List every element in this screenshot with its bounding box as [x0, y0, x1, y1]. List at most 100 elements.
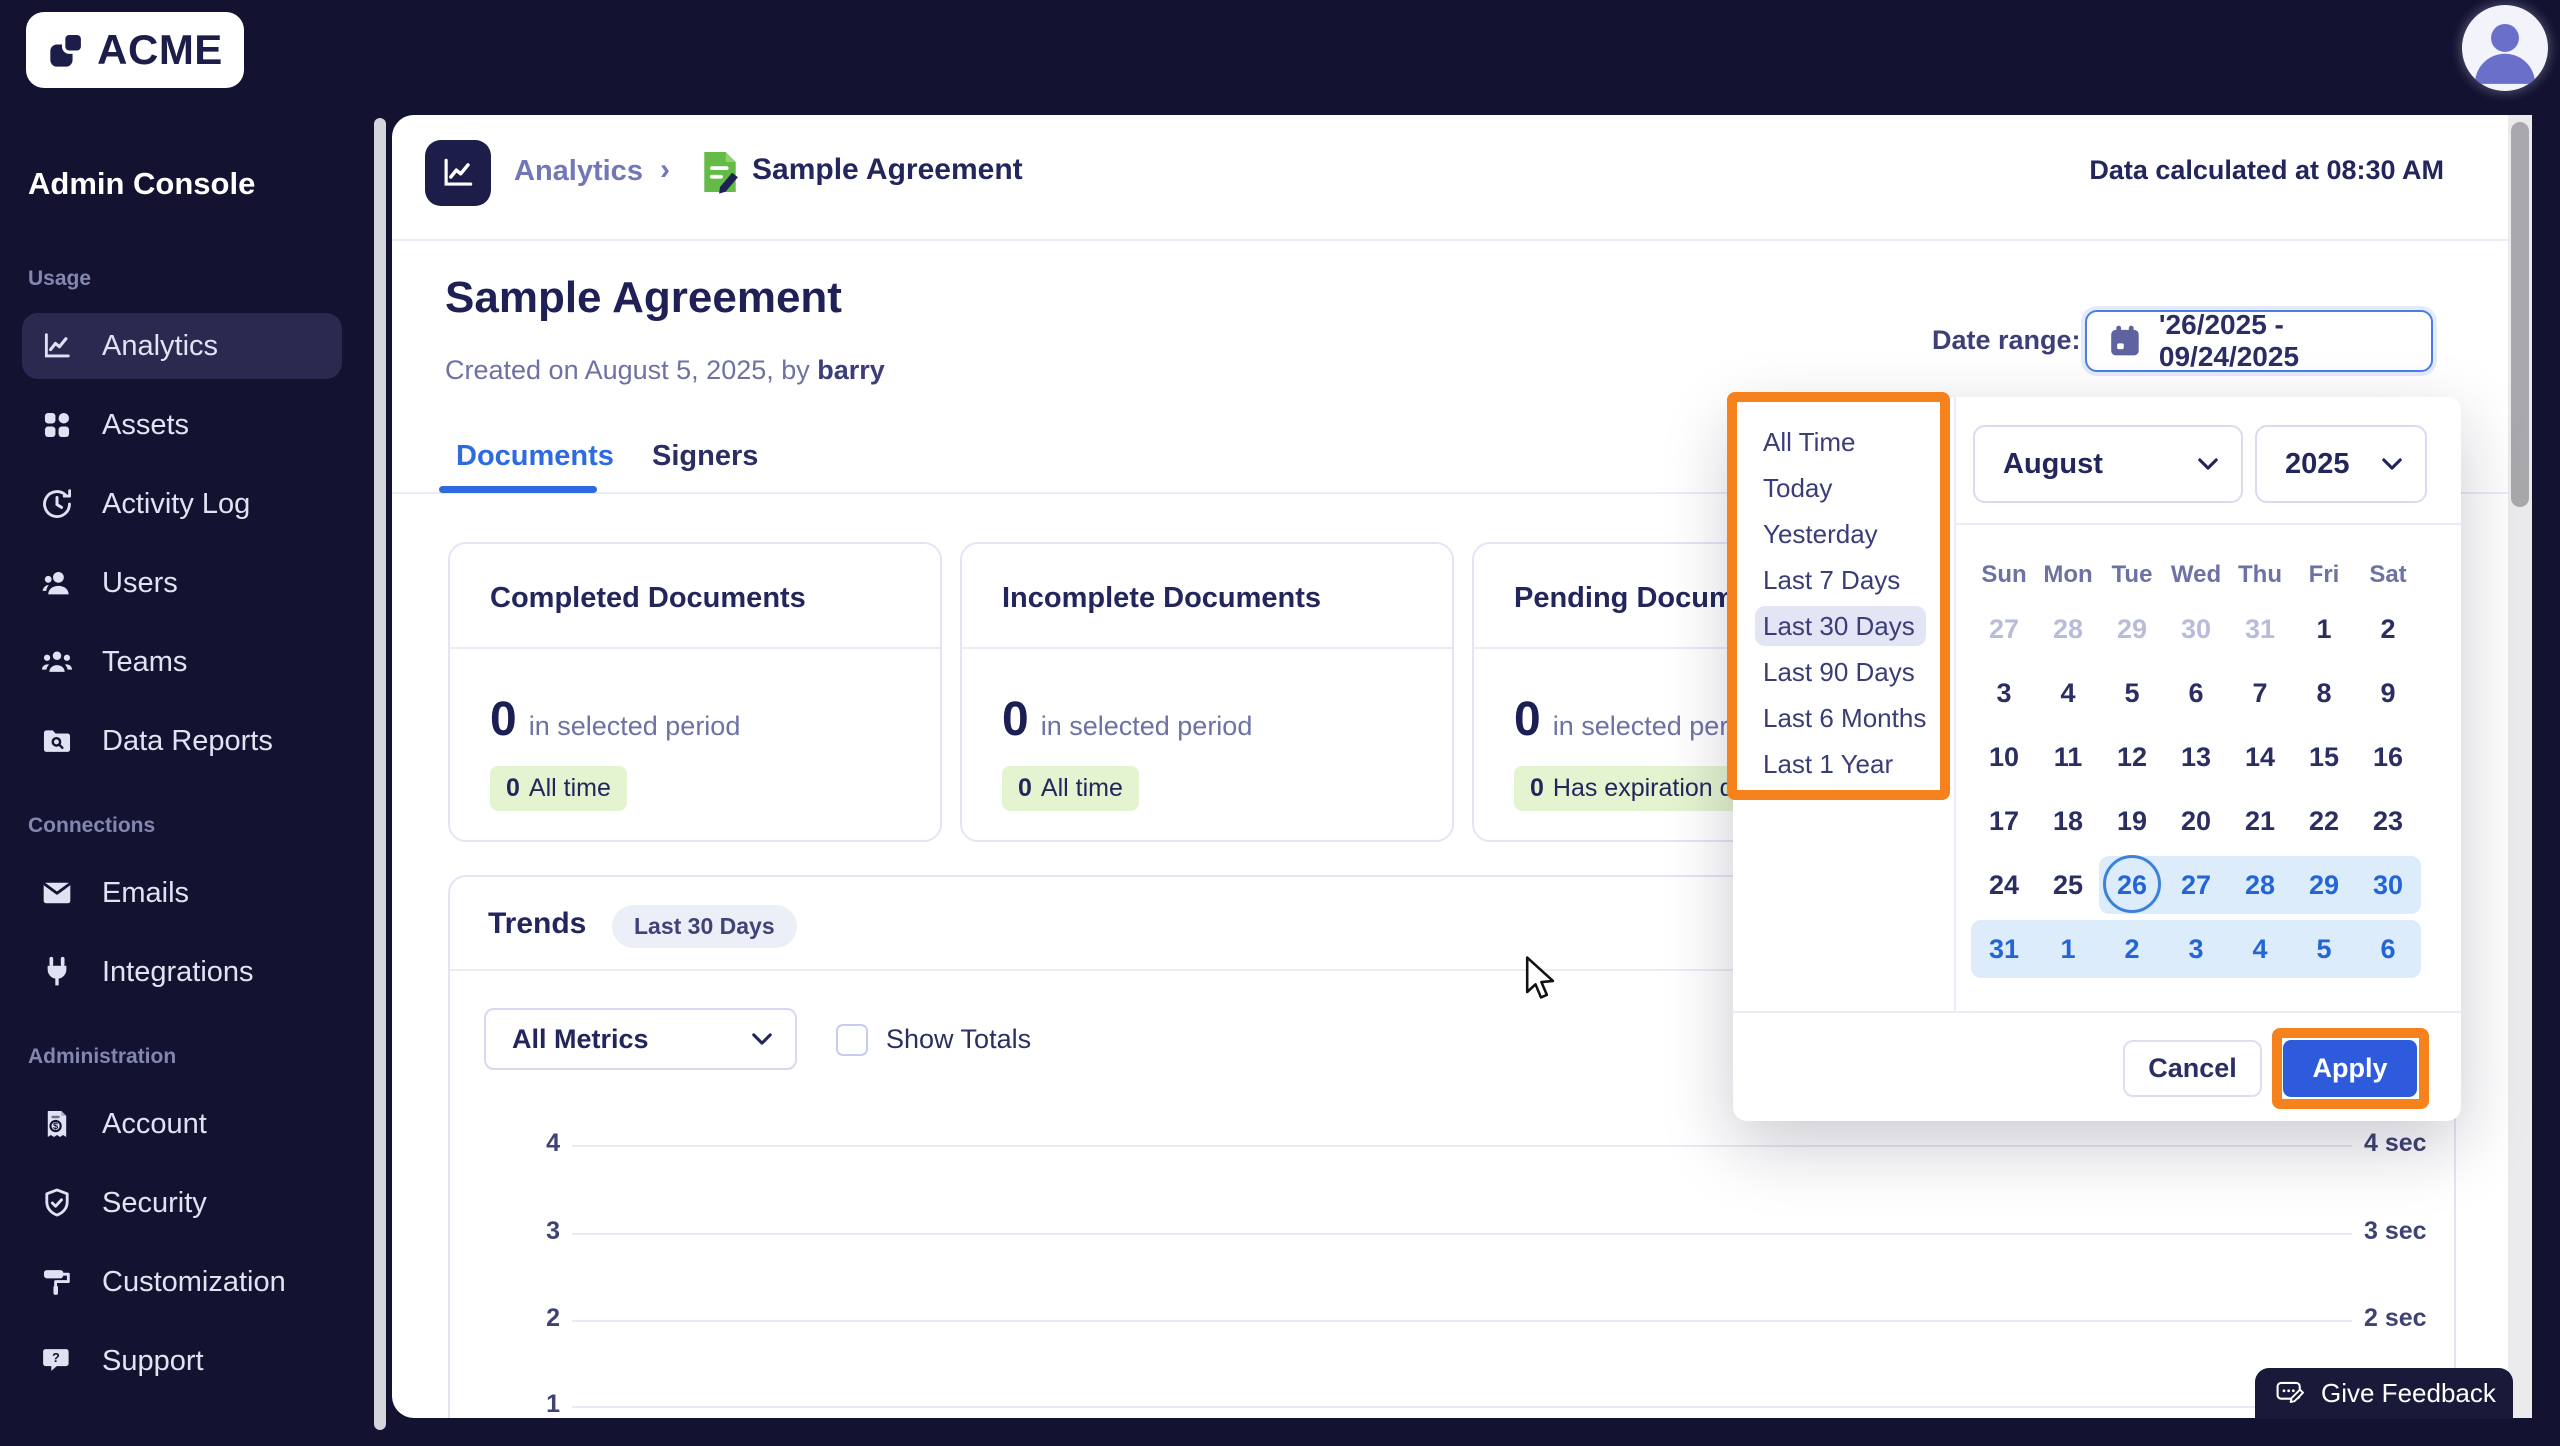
calendar-day-13[interactable]: 13 [2164, 725, 2228, 789]
calendar-day-26[interactable]: 26 [2100, 853, 2164, 917]
calendar-day-25[interactable]: 25 [2036, 853, 2100, 917]
calendar-day-14[interactable]: 14 [2228, 725, 2292, 789]
calendar-day-17[interactable]: 17 [1972, 789, 2036, 853]
calendar-day-31-prev[interactable]: 31 [2228, 597, 2292, 661]
preset-last-6-months[interactable]: Last 6 Months [1733, 695, 1954, 741]
calendar-day-2[interactable]: 2 [2356, 597, 2420, 661]
chevron-down-icon [2381, 457, 2403, 471]
chevron-down-icon [751, 1032, 773, 1046]
sidebar-item-integrations[interactable]: Integrations [22, 939, 342, 1005]
card-alltime-badge: 0All time [490, 766, 627, 811]
calendar-day-21[interactable]: 21 [2228, 789, 2292, 853]
preset-yesterday[interactable]: Yesterday [1733, 511, 1954, 557]
user-avatar[interactable] [2462, 5, 2548, 91]
sidebar-item-teams[interactable]: Teams [22, 629, 342, 695]
calendar-day-5[interactable]: 5 [2292, 917, 2356, 981]
sidebar-item-account[interactable]: $ Account [22, 1091, 342, 1157]
calendar-day-24[interactable]: 24 [1972, 853, 2036, 917]
calendar-day-2[interactable]: 2 [2100, 917, 2164, 981]
preset-last-30-days[interactable]: Last 30 Days [1755, 606, 1926, 646]
sidebar-item-analytics[interactable]: Analytics [22, 313, 342, 379]
agreement-doc-icon [700, 149, 740, 200]
date-range-label: Date range: [1932, 325, 2081, 356]
sidebar-item-label: Data Reports [102, 725, 273, 758]
year-select[interactable]: 2025 [2255, 425, 2427, 503]
feedback-chat-edit-icon [2275, 1380, 2307, 1408]
calendar-day-4[interactable]: 4 [2228, 917, 2292, 981]
show-totals-checkbox[interactable] [836, 1024, 868, 1056]
sidebar-item-label: Security [102, 1187, 207, 1220]
breadcrumb-current-page: Sample Agreement [752, 153, 1023, 187]
sidebar-item-customization[interactable]: Customization [22, 1249, 342, 1315]
breadcrumb-analytics-link[interactable]: Analytics [514, 155, 643, 188]
calendar-day-29[interactable]: 29 [2292, 853, 2356, 917]
calendar-week-row: 24252627282930 [1972, 853, 2420, 917]
paint-roller-icon [40, 1264, 76, 1300]
sidebar-item-label: Customization [102, 1266, 286, 1299]
calendar-day-3[interactable]: 3 [2164, 917, 2228, 981]
calendar-day-28-prev[interactable]: 28 [2036, 597, 2100, 661]
date-range-input[interactable]: '26/2025 - 09/24/2025 [2085, 310, 2433, 372]
y-axis-label-right: 4 sec [2364, 1129, 2427, 1158]
calendar-day-18[interactable]: 18 [2036, 789, 2100, 853]
calendar-day-12[interactable]: 12 [2100, 725, 2164, 789]
calendar-day-27[interactable]: 27 [2164, 853, 2228, 917]
calendar-week-row: 10111213141516 [1972, 725, 2420, 789]
calendar-day-10[interactable]: 10 [1972, 725, 2036, 789]
calendar-day-29-prev[interactable]: 29 [2100, 597, 2164, 661]
calendar-day-3[interactable]: 3 [1972, 661, 2036, 725]
apply-button[interactable]: Apply [2283, 1040, 2417, 1097]
calendar-day-27-prev[interactable]: 27 [1972, 597, 2036, 661]
calendar-day-23[interactable]: 23 [2356, 789, 2420, 853]
calendar-day-1[interactable]: 1 [2036, 917, 2100, 981]
sidebar-item-assets[interactable]: Assets [22, 392, 342, 458]
calendar-day-4[interactable]: 4 [2036, 661, 2100, 725]
calendar-day-20[interactable]: 20 [2164, 789, 2228, 853]
calendar-day-6[interactable]: 6 [2164, 661, 2228, 725]
sidebar-item-users[interactable]: Users [22, 550, 342, 616]
metrics-dropdown[interactable]: All Metrics [484, 1008, 797, 1070]
sidebar-scrollbar[interactable] [374, 118, 386, 1430]
sidebar-item-data-reports[interactable]: Data Reports [22, 708, 342, 774]
calendar-day-30[interactable]: 30 [2356, 853, 2420, 917]
date-range-value: '26/2025 - 09/24/2025 [2159, 309, 2431, 373]
calendar-day-31[interactable]: 31 [1972, 917, 2036, 981]
brand-logo[interactable]: ACME [26, 12, 244, 88]
chart-gridline [572, 1406, 2352, 1408]
calendar-day-28[interactable]: 28 [2228, 853, 2292, 917]
preset-all-time[interactable]: All Time [1733, 419, 1954, 465]
calendar-day-16[interactable]: 16 [2356, 725, 2420, 789]
badge-value: 0 [1018, 774, 1032, 803]
calendar-day-6[interactable]: 6 [2356, 917, 2420, 981]
sidebar-item-security[interactable]: Security [22, 1170, 342, 1236]
sidebar-section: UsageAnalyticsAssetsActivity LogUsersTea… [0, 267, 392, 774]
calendar-day-9[interactable]: 9 [2356, 661, 2420, 725]
calendar-day-7[interactable]: 7 [2228, 661, 2292, 725]
month-select[interactable]: August [1973, 425, 2243, 503]
calendar-day-1[interactable]: 1 [2292, 597, 2356, 661]
calendar-day-30-prev[interactable]: 30 [2164, 597, 2228, 661]
calendar-day-11[interactable]: 11 [2036, 725, 2100, 789]
calendar-day-19[interactable]: 19 [2100, 789, 2164, 853]
preset-last-90-days[interactable]: Last 90 Days [1733, 649, 1954, 695]
preset-today[interactable]: Today [1733, 465, 1954, 511]
sidebar-item-activity-log[interactable]: Activity Log [22, 471, 342, 537]
give-feedback-button[interactable]: Give Feedback [2255, 1368, 2513, 1419]
preset-last-7-days[interactable]: Last 7 Days [1733, 557, 1954, 603]
sidebar-item-label: Account [102, 1108, 207, 1141]
sidebar-item-support[interactable]: ?Support [22, 1328, 342, 1394]
calendar-day-15[interactable]: 15 [2292, 725, 2356, 789]
tab-signers[interactable]: Signers [652, 440, 758, 473]
calendar-day-5[interactable]: 5 [2100, 661, 2164, 725]
main-scrollbar-thumb[interactable] [2511, 122, 2529, 507]
weekday-header-row: SunMonTueWedThuFriSat [1972, 553, 2420, 597]
tab-documents[interactable]: Documents [456, 440, 614, 473]
sidebar-item-emails[interactable]: Emails [22, 860, 342, 926]
calendar-day-22[interactable]: 22 [2292, 789, 2356, 853]
calendar-day-8[interactable]: 8 [2292, 661, 2356, 725]
cancel-button[interactable]: Cancel [2123, 1040, 2262, 1097]
svg-text:?: ? [52, 1350, 60, 1365]
receipt-icon: $ [40, 1106, 76, 1142]
preset-last-1-year[interactable]: Last 1 Year [1733, 741, 1954, 787]
weekday-label: Sun [1972, 553, 2036, 597]
